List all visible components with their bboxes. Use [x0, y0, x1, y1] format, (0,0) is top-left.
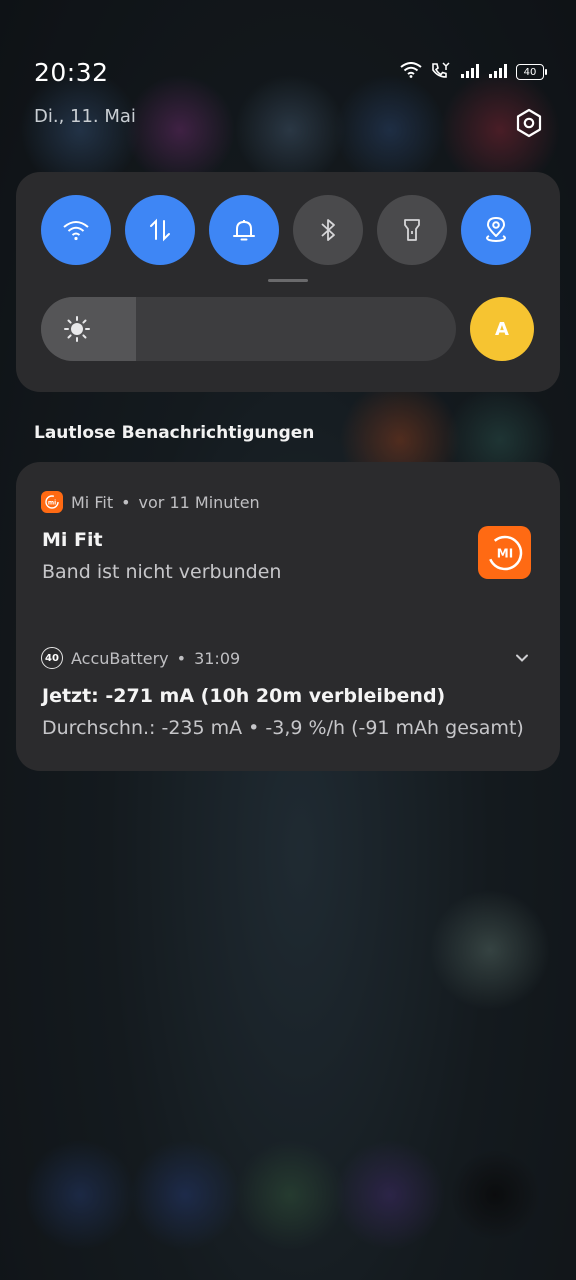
settings-button[interactable] [512, 106, 546, 140]
brightness-icon [63, 315, 91, 347]
mifit-separator: • [121, 492, 131, 512]
mobile-data-tile[interactable] [125, 195, 195, 265]
quick-settings-tiles [41, 195, 531, 265]
accubattery-separator: • [176, 648, 187, 668]
accubattery-time: 31:09 [194, 648, 241, 668]
chevron-down-icon[interactable] [514, 650, 530, 670]
gear-icon [516, 108, 542, 138]
bell-icon [233, 220, 255, 241]
data-transfer-icon [150, 218, 170, 242]
sound-tile[interactable] [209, 195, 279, 265]
notification-group: mi Mi Fit • vor 11 Minuten Mi Fit Band i… [16, 462, 560, 771]
status-date[interactable]: Di., 11. Mai [34, 106, 136, 127]
brightness-slider[interactable] [41, 297, 456, 361]
mifit-large-icon-label: MI [496, 546, 512, 560]
accubattery-notification-header[interactable]: 40 AccuBattery • 31:09 [41, 647, 240, 669]
flashlight-icon [404, 219, 420, 241]
signal-1-icon [460, 63, 480, 82]
battery-icon: 40 [516, 64, 547, 80]
status-icons: 40 [400, 62, 547, 82]
mifit-notification-text[interactable]: Band ist nicht verbunden [42, 561, 281, 583]
accubattery-app-name: AccuBattery [71, 648, 169, 668]
svg-text:mi: mi [48, 500, 56, 507]
flashlight-tile[interactable] [377, 195, 447, 265]
volte-call-icon [430, 62, 452, 82]
auto-brightness-button[interactable]: A [470, 297, 534, 361]
mifit-notification-header[interactable]: mi Mi Fit • vor 11 Minuten [41, 491, 260, 513]
quick-settings-panel: A [16, 172, 560, 392]
signal-2-icon [488, 63, 508, 82]
mifit-app-icon: mi [41, 491, 63, 513]
accubattery-notification-title[interactable]: Jetzt: -271 mA (10h 20m verbleibend) [42, 685, 445, 707]
status-time: 20:32 [34, 58, 109, 87]
panel-drag-handle[interactable] [268, 279, 308, 282]
section-title: Lautlose Benachrichtigungen [34, 423, 315, 443]
wifi-icon [400, 62, 422, 82]
mifit-time: vor 11 Minuten [138, 492, 260, 512]
location-icon [486, 217, 506, 242]
location-tile[interactable] [461, 195, 531, 265]
accubattery-app-icon: 40 [41, 647, 63, 669]
wifi-icon [63, 221, 89, 241]
wifi-tile[interactable] [41, 195, 111, 265]
accubattery-notification-text[interactable]: Durchschn.: -235 mA • -3,9 %/h (-91 mAh … [42, 717, 524, 739]
mifit-app-name: Mi Fit [71, 492, 114, 512]
bluetooth-icon [321, 219, 335, 241]
mifit-notification-title[interactable]: Mi Fit [42, 529, 103, 551]
bluetooth-tile[interactable] [293, 195, 363, 265]
mifit-large-icon: MI [478, 526, 531, 579]
